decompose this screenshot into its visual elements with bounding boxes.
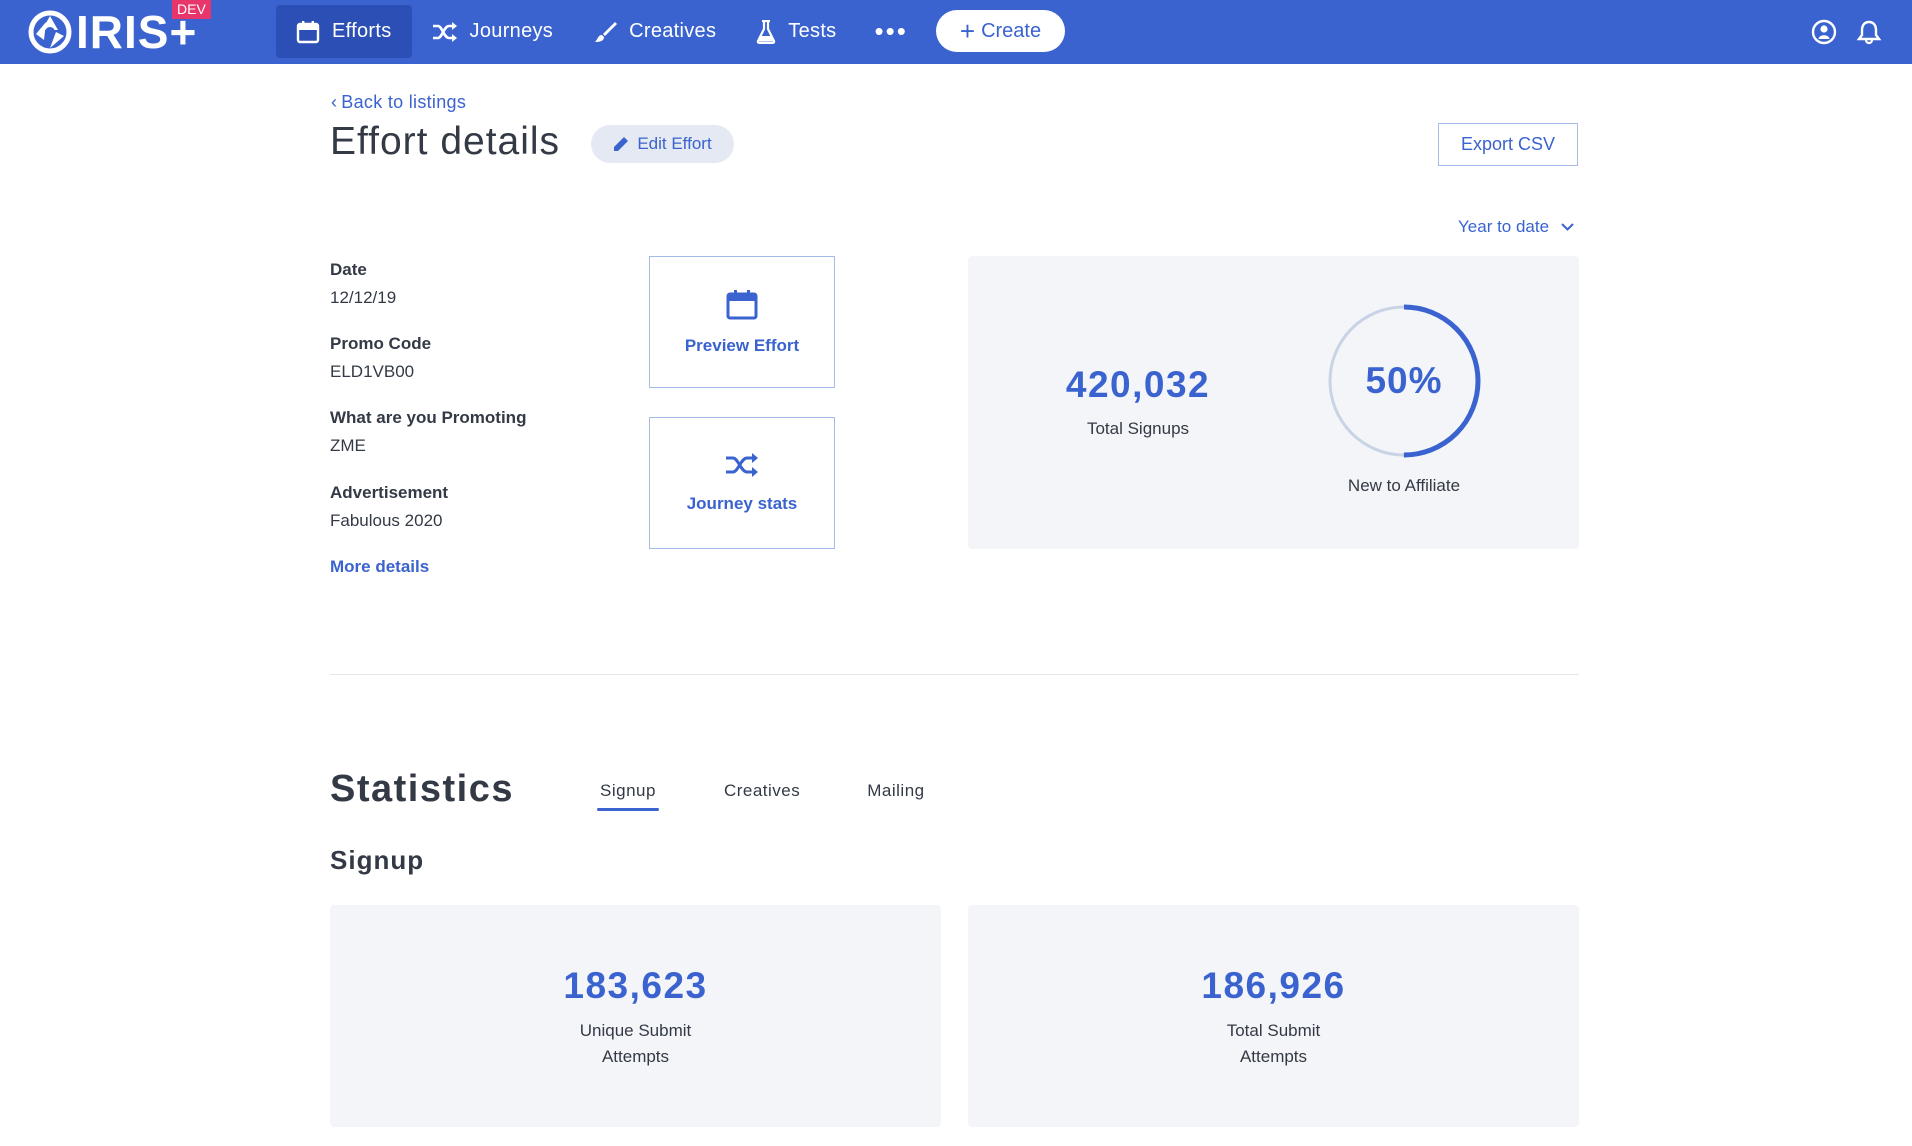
new-to-affiliate-value: 50% bbox=[1365, 360, 1443, 401]
new-to-affiliate-label: New to Affiliate bbox=[1347, 476, 1461, 495]
tab-creatives[interactable]: Creatives bbox=[724, 781, 800, 811]
nav-item-creatives[interactable]: Creatives bbox=[573, 5, 736, 58]
detail-value: ELD1VB00 bbox=[330, 362, 415, 381]
shuffle-icon bbox=[726, 453, 758, 477]
page-title: Effort details bbox=[330, 120, 561, 163]
nav-item-tests[interactable]: Tests bbox=[736, 5, 856, 58]
date-range-select[interactable]: Year to date bbox=[1458, 217, 1574, 237]
tab-signup[interactable]: Signup bbox=[597, 781, 659, 811]
detail-promoting: What are you Promoting ZME bbox=[330, 408, 526, 456]
preview-effort-card[interactable]: Preview Effort bbox=[649, 256, 835, 388]
back-label: Back to listings bbox=[341, 92, 467, 112]
detail-label: Advertisement bbox=[330, 483, 449, 502]
calendar-icon bbox=[296, 20, 320, 43]
statistics-title: Statistics bbox=[330, 768, 514, 810]
preview-effort-label: Preview Effort bbox=[684, 336, 800, 355]
detail-label: What are you Promoting bbox=[330, 408, 527, 427]
calendar-icon bbox=[726, 290, 758, 320]
metric-label: Unique Submit Attempts bbox=[330, 1018, 941, 1070]
bell-icon[interactable] bbox=[1856, 19, 1882, 45]
export-csv-button[interactable]: Export CSV bbox=[1438, 123, 1578, 166]
signup-section-title: Signup bbox=[330, 845, 425, 875]
total-signups-label: Total Signups bbox=[1086, 419, 1190, 438]
shuffle-icon bbox=[432, 21, 457, 42]
unique-submit-attempts-card: 183,623 Unique Submit Attempts bbox=[330, 905, 941, 1127]
user-icon[interactable] bbox=[1811, 19, 1837, 45]
create-label: Create bbox=[981, 19, 1042, 42]
main-nav: Efforts Journeys Creatives Tests ••• bbox=[276, 5, 926, 58]
metric-label-line: Attempts bbox=[1239, 1047, 1308, 1066]
detail-promo-code: Promo Code ELD1VB00 bbox=[330, 334, 431, 382]
more-menu-button[interactable]: ••• bbox=[856, 5, 925, 58]
nav-label-efforts: Efforts bbox=[332, 20, 392, 42]
statistics-tabs: Signup Creatives Mailing bbox=[597, 781, 925, 811]
chevron-left-icon: ‹ bbox=[331, 92, 338, 112]
edit-effort-button[interactable]: Edit Effort bbox=[591, 125, 734, 163]
nav-label-tests: Tests bbox=[788, 20, 837, 42]
detail-date: Date 12/12/19 bbox=[330, 260, 396, 308]
summary-card: 420,032 Total Signups 50% New to Affilia… bbox=[968, 256, 1579, 549]
back-to-listings-link[interactable]: ‹ Back to listings bbox=[331, 92, 466, 113]
metric-value: 183,623 bbox=[563, 965, 708, 1006]
total-signups-value: 420,032 bbox=[1065, 364, 1211, 405]
env-badge: DEV bbox=[172, 0, 211, 19]
aperture-logo-icon bbox=[28, 10, 72, 54]
metric-value: 186,926 bbox=[1201, 965, 1346, 1006]
top-navigation-bar: IRIS+ DEV Efforts Journeys Creatives Tes… bbox=[0, 0, 1912, 64]
detail-value: ZME bbox=[330, 436, 366, 455]
plus-icon: + bbox=[959, 16, 976, 46]
detail-value: Fabulous 2020 bbox=[330, 511, 443, 530]
total-submit-attempts-card: 186,926 Total Submit Attempts bbox=[968, 905, 1579, 1127]
nav-item-journeys[interactable]: Journeys bbox=[412, 5, 574, 58]
detail-label: Promo Code bbox=[330, 334, 432, 353]
nav-item-efforts[interactable]: Efforts bbox=[276, 5, 412, 58]
nav-label-creatives: Creatives bbox=[629, 20, 717, 42]
create-button[interactable]: + Create bbox=[936, 10, 1065, 52]
nav-label-journeys: Journeys bbox=[469, 20, 554, 42]
flask-icon bbox=[757, 19, 776, 44]
metric-label-line: Unique Submit bbox=[579, 1021, 692, 1040]
journey-stats-label: Journey stats bbox=[686, 494, 798, 513]
pencil-icon bbox=[614, 137, 629, 151]
metric-label-line: Total Submit bbox=[1226, 1021, 1321, 1040]
more-details-link[interactable]: More details bbox=[330, 557, 429, 577]
tab-mailing[interactable]: Mailing bbox=[867, 781, 924, 811]
chevron-down-icon bbox=[1561, 223, 1574, 231]
detail-advertisement: Advertisement Fabulous 2020 bbox=[330, 483, 448, 531]
section-divider bbox=[330, 674, 1579, 675]
brush-icon bbox=[595, 21, 618, 42]
detail-label: Date bbox=[330, 260, 367, 279]
detail-value: 12/12/19 bbox=[330, 288, 397, 307]
metric-label-line: Attempts bbox=[601, 1047, 670, 1066]
journey-stats-card[interactable]: Journey stats bbox=[649, 417, 835, 549]
edit-effort-label: Edit Effort bbox=[637, 134, 712, 153]
date-range-label: Year to date bbox=[1458, 217, 1550, 236]
metric-label: Total Submit Attempts bbox=[968, 1018, 1579, 1070]
